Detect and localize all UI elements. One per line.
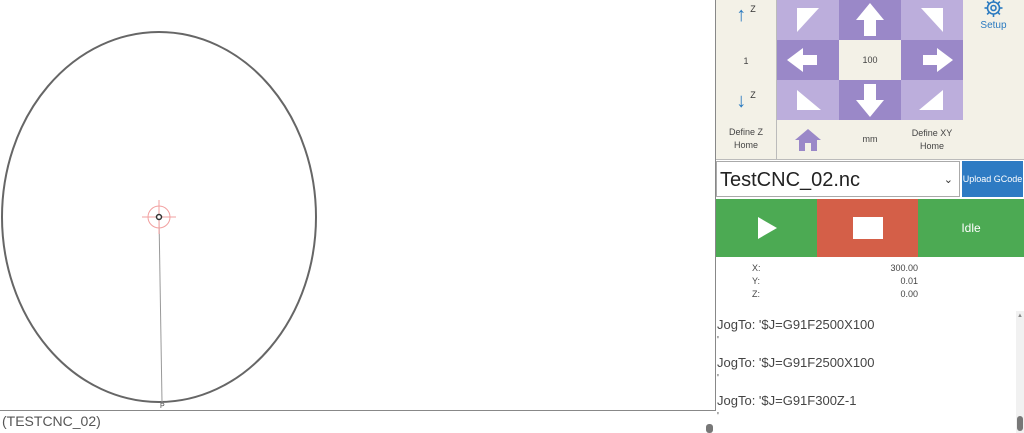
arrow-left-icon: [787, 48, 817, 72]
jog-up-left-button[interactable]: [777, 0, 839, 40]
z-down-button[interactable]: ↓ Z: [716, 90, 776, 113]
setup-button[interactable]: Setup: [963, 0, 1024, 160]
gear-icon: [984, 0, 1003, 17]
z-controls: ↑ Z 1 ↓ Z Define Z Home: [716, 0, 777, 160]
arrow-right-icon: [923, 48, 953, 72]
run-controls: Idle: [716, 199, 1024, 257]
console-line: JogTo: '$J=G91F2500X100 ': [717, 317, 875, 346]
coord-row-x: X: 300.00: [752, 263, 918, 273]
play-button[interactable]: [716, 199, 817, 257]
jog-up-button[interactable]: [839, 0, 901, 40]
define-z-home-button[interactable]: Define Z Home: [716, 126, 776, 152]
home-row: mm Define XY Home: [777, 120, 963, 160]
tool-crosshair: [142, 200, 176, 234]
position-readout: X: 300.00 Y: 0.01 Z: 0.00: [716, 263, 1024, 302]
chevron-down-icon: ⌄: [943, 174, 953, 186]
toolpath-svg: P: [1, 31, 317, 410]
upload-gcode-button[interactable]: Upload GCode: [962, 161, 1023, 197]
jog-down-left-button[interactable]: [777, 80, 839, 120]
xy-jog-pad: 100: [777, 0, 963, 120]
file-select-value: TestCNC_02.nc: [720, 169, 861, 191]
gcode-scroll-thumb[interactable]: [706, 424, 713, 433]
z-up-icon: ↑: [736, 4, 747, 26]
jog-down-button[interactable]: [839, 80, 901, 120]
home-button[interactable]: [777, 120, 839, 159]
arrow-up-icon: [856, 3, 884, 36]
console-line: JogTo: '$J=G91F300Z-1 ': [717, 393, 857, 422]
jog-step-value: 100: [839, 40, 901, 80]
z-step-value: 1: [743, 56, 749, 66]
stop-button[interactable]: [817, 199, 918, 257]
console-scroll-thumb[interactable]: [1017, 416, 1023, 431]
jog-down-right-button[interactable]: [901, 80, 963, 120]
home-icon: [795, 128, 821, 151]
define-xy-home-button[interactable]: Define XY Home: [901, 120, 963, 159]
setup-label: Setup: [980, 20, 1007, 31]
play-icon: [757, 217, 777, 239]
diag-up-right-icon: [921, 8, 943, 32]
arrow-down-icon: [856, 84, 884, 117]
control-panel: ↑ Z 1 ↓ Z Define Z Home 100 mm Define XY…: [716, 0, 1024, 433]
jog-up-right-button[interactable]: [901, 0, 963, 40]
jog-right-button[interactable]: [901, 40, 963, 80]
toolpath-canvas[interactable]: P: [0, 0, 716, 411]
diag-down-left-icon: [797, 90, 821, 110]
toolpath-lead-line: [158, 216, 163, 403]
jog-left-button[interactable]: [777, 40, 839, 80]
console-log: JogTo: '$J=G91F2500X100 ' JogTo: '$J=G91F…: [716, 311, 1016, 433]
coord-row-z: Z: 0.00: [752, 289, 918, 299]
diag-up-left-icon: [797, 8, 819, 32]
console-line: JogTo: '$J=G91F2500X100 ': [717, 355, 875, 384]
gcode-current-line: (TESTCNC_02): [2, 413, 101, 429]
coord-row-y: Y: 0.01: [752, 276, 918, 286]
machine-state-button[interactable]: Idle: [918, 199, 1024, 257]
scroll-up-icon[interactable]: ▲: [1017, 313, 1023, 319]
file-select[interactable]: TestCNC_02.nc ⌄: [716, 161, 960, 197]
diag-down-right-icon: [919, 90, 943, 110]
toolpath-end-marker: P: [160, 403, 165, 410]
stop-icon: [852, 217, 883, 239]
units-label[interactable]: mm: [839, 120, 901, 159]
z-down-icon: ↓: [736, 90, 747, 112]
console-scrollbar[interactable]: ▲: [1016, 311, 1024, 433]
z-up-button[interactable]: ↑ Z: [716, 4, 776, 27]
